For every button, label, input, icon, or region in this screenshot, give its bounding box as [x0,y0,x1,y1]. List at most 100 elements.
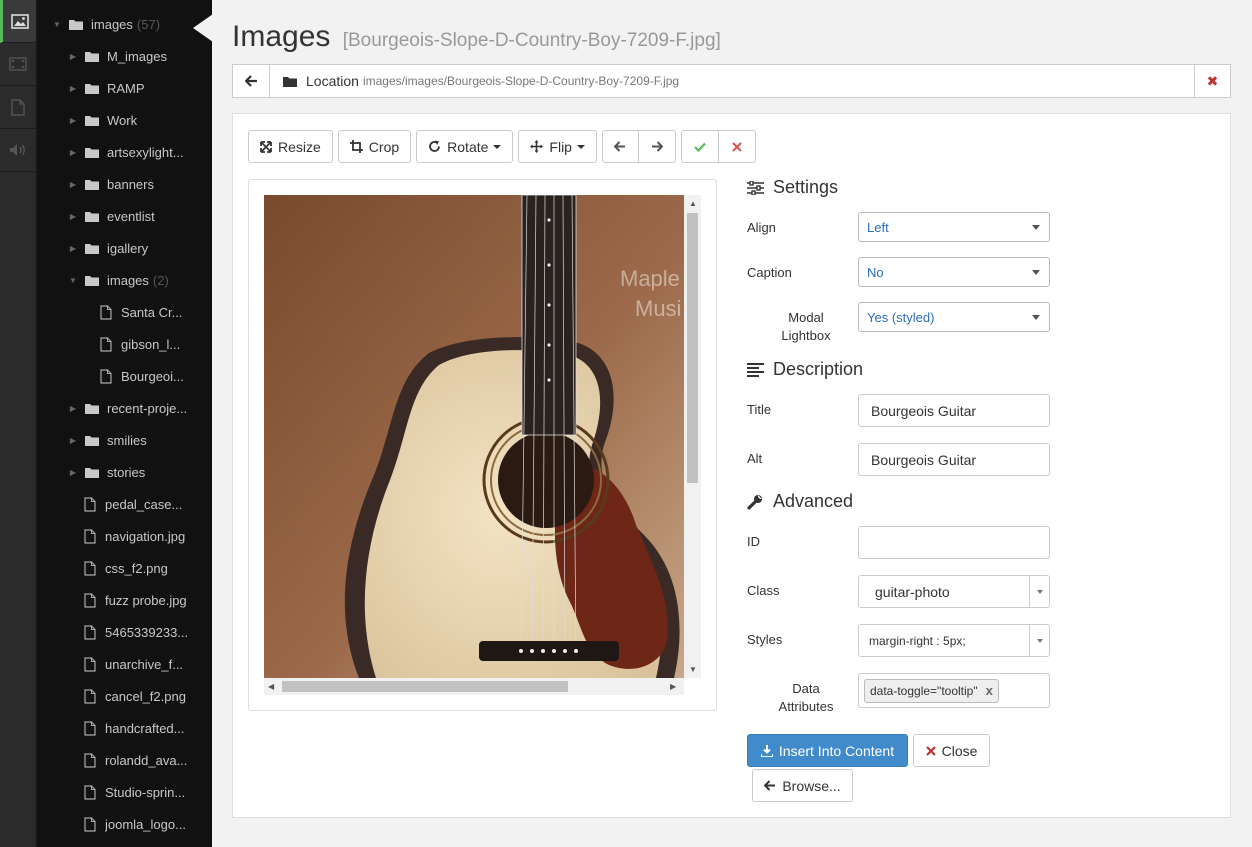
class-combobox[interactable]: guitar-photo [858,575,1050,608]
data-attributes-input[interactable]: data-toggle="tooltip" x [858,673,1050,708]
tree-folder[interactable]: ▶ banners [68,174,154,194]
tree-folder[interactable]: ▶ M_images [68,46,167,66]
caret-right-icon[interactable]: ▶ [68,116,78,125]
caret-right-icon[interactable]: ▶ [68,148,78,157]
audio-tab[interactable] [0,129,36,172]
file-icon [84,592,96,608]
volume-icon [10,144,25,156]
dropdown-arrow-icon [1032,270,1040,275]
dropdown-arrow-icon [1032,225,1040,230]
file-icon [84,624,96,640]
tree-folder[interactable]: ▶ RAMP [68,78,145,98]
resize-button[interactable]: Resize [248,130,333,163]
caret-down-icon[interactable]: ▼ [52,20,62,29]
dropdown-arrow-icon [1032,315,1040,320]
watermark-line-1: Maple [620,266,680,291]
file-tree: ▼ images (57) ▶ M_images ▶ RAMP ▶ Work ▶ artsexyli… [37,0,212,847]
tree-file[interactable]: css_f2.png [68,558,168,578]
data-attribute-tag: data-toggle="tooltip" x [864,678,999,703]
align-select[interactable]: Left [858,212,1050,242]
vertical-scroll-thumb[interactable] [687,213,698,483]
align-left-icon [747,362,764,377]
folder-icon [85,243,99,254]
tree-file[interactable]: cancel_f2.png [68,686,186,706]
caret-right-icon[interactable]: ▶ [68,436,78,445]
caret-right-icon[interactable]: ▶ [68,468,78,477]
crop-button[interactable]: Crop [337,130,412,163]
insert-into-content-button[interactable]: Insert Into Content [747,734,908,767]
tree-file[interactable]: Studio-sprin... [68,782,185,802]
scroll-right-icon[interactable]: ▶ [670,682,676,691]
caret-right-icon[interactable]: ▶ [68,212,78,221]
title-input[interactable]: Bourgeois Guitar [858,394,1050,427]
tree-file[interactable]: Bourgeoi... [84,366,184,386]
caret-right-icon[interactable]: ▶ [68,180,78,189]
modal-lightbox-select[interactable]: Yes (styled) [858,302,1050,332]
image-preview: Maple Musi ▲ ▼ ◀ ▶ [248,179,717,711]
caption-select[interactable]: No [858,257,1050,287]
tree-file[interactable]: gibson_l... [84,334,180,354]
tree-file[interactable]: joomla_logo... [68,814,186,834]
tree-file[interactable]: rolandd_ava... [68,750,187,770]
file-icon [84,496,96,512]
caret-down-icon[interactable]: ▼ [68,276,78,285]
tree-file[interactable]: 5465339233... [68,622,188,642]
tree-item-label: images [107,272,149,288]
styles-combobox[interactable]: margin-right : 5px; [858,624,1050,657]
flip-button[interactable]: Flip [518,130,597,163]
vertical-scrollbar[interactable]: ▲ ▼ [684,195,701,678]
id-input[interactable] [858,526,1050,559]
tree-file[interactable]: fuzz probe.jpg [68,590,187,610]
horizontal-scrollbar[interactable]: ◀ ▶ [264,678,684,695]
close-location-button[interactable]: ✖ [1194,65,1230,97]
media-tab[interactable] [0,43,36,86]
rotate-button[interactable]: Rotate [416,130,514,163]
class-dropdown-toggle[interactable] [1029,576,1049,607]
tree-folder[interactable]: ▶ artsexylight... [68,142,184,162]
tree-folder[interactable]: ▶ eventlist [68,206,155,226]
scroll-down-icon[interactable]: ▼ [689,665,697,674]
data-label-line-2: Attributes [778,699,834,714]
tree-file[interactable]: unarchive_f... [68,654,183,674]
tree-file[interactable]: handcrafted... [68,718,185,738]
remove-tag-button[interactable]: x [986,683,993,698]
scroll-left-icon[interactable]: ◀ [268,682,274,691]
align-value: Left [867,219,889,235]
tree-folder[interactable]: ▶ recent-proje... [68,398,187,418]
folder-icon [85,211,99,222]
caret-right-icon[interactable]: ▶ [68,244,78,253]
redo-button[interactable] [638,130,676,163]
styles-dropdown-toggle[interactable] [1029,625,1049,656]
images-tab[interactable] [0,0,36,43]
location-bar: Location images/images/Bourgeois-Slope-D… [232,64,1231,98]
reset-button[interactable] [718,130,756,163]
files-tab[interactable] [0,86,36,129]
caret-right-icon[interactable]: ▶ [68,84,78,93]
tree-folder[interactable]: ▼ images (2) [68,270,169,290]
back-button[interactable] [233,65,270,97]
image-canvas[interactable]: Maple Musi [264,195,684,678]
file-icon [84,720,96,736]
tree-item-label: stories [107,464,146,480]
tree-folder[interactable]: ▶ igallery [68,238,148,258]
tree-file[interactable]: pedal_case... [68,494,182,514]
document-icon [11,98,25,116]
apply-button[interactable] [680,130,719,163]
tree-folder[interactable]: ▼ images (57) [52,14,160,34]
caret-right-icon[interactable]: ▶ [68,404,78,413]
tree-file[interactable]: Santa Cr... [84,302,182,322]
caret-right-icon[interactable]: ▶ [68,52,78,61]
undo-button[interactable] [601,130,639,163]
tree-folder[interactable]: ▶ Work [68,110,137,130]
horizontal-scroll-thumb[interactable] [282,681,568,692]
browse-button[interactable]: Browse... [752,769,853,802]
alt-input[interactable]: Bourgeois Guitar [858,443,1050,476]
scroll-up-icon[interactable]: ▲ [689,199,697,208]
location-path: images/images/Bourgeois-Slope-D-Country-… [362,74,680,88]
tree-folder[interactable]: ▶ stories [68,462,145,482]
tree-folder[interactable]: ▶ smilies [68,430,147,450]
tree-file[interactable]: navigation.jpg [68,526,185,546]
close-button[interactable]: Close [913,734,990,767]
history-group [601,130,676,163]
apply-group [680,130,756,163]
